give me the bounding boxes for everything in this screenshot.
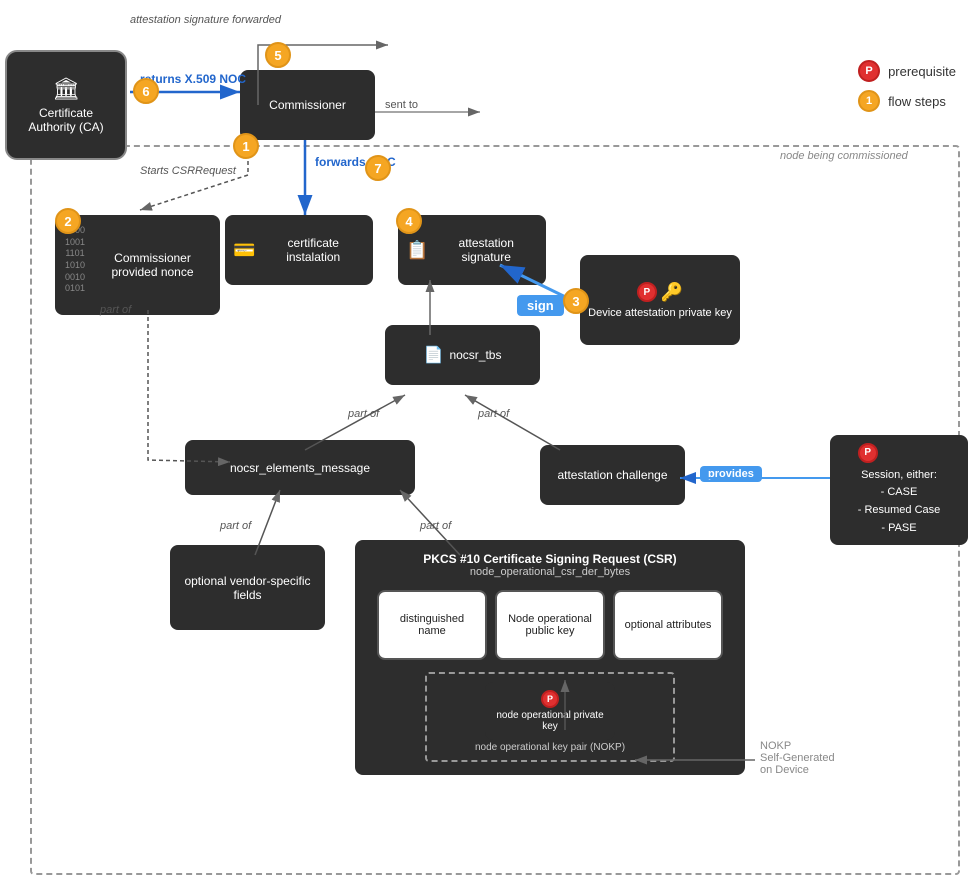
- pkcs-csr-title: PKCS #10 Certificate Signing Request (CS…: [367, 552, 733, 578]
- nocsr-tbs-node: 📄 nocsr_tbs: [385, 325, 540, 385]
- node-op-privkey-label: node operational private key: [493, 710, 607, 732]
- legend-flow-label: flow steps: [888, 94, 946, 109]
- commissioner-nonce-node: 100010011101101000100101 Commissioner pr…: [55, 215, 220, 315]
- cert-install-label: certificate instalation: [261, 236, 365, 264]
- label-part-of-2: part of: [478, 408, 509, 420]
- node-op-privkey-node: P node operational private key: [485, 682, 615, 740]
- nokp-self-generated-label: NOKPSelf-Generatedon Device: [760, 740, 835, 776]
- cert-install-icon: 💳: [233, 240, 255, 261]
- ca-icon: 🏛: [52, 76, 80, 102]
- pkcs-csr-box: PKCS #10 Certificate Signing Request (CS…: [355, 540, 745, 775]
- commissioned-node-label: node being commissioned: [780, 150, 908, 162]
- ca-label: Certificate Authority (CA): [15, 106, 117, 134]
- device-key-icon: 🔑: [661, 282, 683, 303]
- distinguished-name-label: distinguished name: [387, 613, 477, 637]
- sign-label: sign: [517, 295, 564, 316]
- node-op-pubkey-label: Node operational public key: [505, 613, 595, 637]
- badge-1: 1: [233, 133, 259, 159]
- commissioner-label: Commissioner: [269, 98, 346, 112]
- distinguished-name-node: distinguished name: [377, 590, 487, 660]
- attest-sig-label: attestation signature: [434, 236, 538, 264]
- badge-3: 3: [563, 288, 589, 314]
- label-starts-csr: Starts CSRRequest: [140, 165, 236, 177]
- provides-label: provides: [700, 466, 762, 482]
- badge-6: 6: [133, 78, 159, 104]
- commissioner-node: Commissioner: [240, 70, 375, 140]
- nocsr-elements-label: nocsr_elements_message: [230, 461, 370, 475]
- badge-2: 2: [55, 208, 81, 234]
- label-sent-to: sent to: [385, 99, 418, 111]
- legend: P prerequisite 1 flow steps: [858, 60, 956, 112]
- legend-prerequisite-label: prerequisite: [888, 64, 956, 79]
- node-op-pubkey-node: Node operational public key: [495, 590, 605, 660]
- device-attest-label: Device attestation private key: [588, 307, 732, 319]
- cert-installation-node: 💳 certificate instalation: [225, 215, 373, 285]
- attest-challenge-label: attestation challenge: [557, 468, 667, 482]
- session-node: P Session, either:- CASE- Resumed Case- …: [830, 435, 968, 545]
- optional-attrs-node: optional attributes: [613, 590, 723, 660]
- ca-node: 🏛 Certificate Authority (CA): [5, 50, 127, 160]
- badge-7: 7: [365, 155, 391, 181]
- nocsr-elements-node: nocsr_elements_message: [185, 440, 415, 495]
- nokp-label: node operational key pair (NOKP): [475, 742, 625, 753]
- legend-flow-steps: 1 flow steps: [858, 90, 956, 112]
- attestation-challenge-node: attestation challenge: [540, 445, 685, 505]
- badge-4: 4: [396, 208, 422, 234]
- legend-prerequisite: P prerequisite: [858, 60, 956, 82]
- optional-vendor-node: optional vendor-specific fields: [170, 545, 325, 630]
- legend-flow-badge: 1: [858, 90, 880, 112]
- device-attestation-node: P 🔑 Device attestation private key: [580, 255, 740, 345]
- optional-attrs-label: optional attributes: [625, 619, 712, 631]
- prereq-badge-device: P: [637, 282, 657, 302]
- commissioner-nonce-label: Commissioner provided nonce: [93, 251, 212, 279]
- badge-5: 5: [265, 42, 291, 68]
- label-part-of-4: part of: [220, 520, 251, 532]
- diagram-container: P prerequisite 1 flow steps node being c…: [0, 0, 976, 890]
- session-label: Session, either:- CASE- Resumed Case- PA…: [858, 467, 941, 537]
- label-attest-forwarded: attestation signature forwarded: [130, 14, 281, 26]
- nocsr-tbs-label: nocsr_tbs: [449, 348, 501, 362]
- attest-sig-icon: 📋: [406, 240, 428, 261]
- nokp-box: P node operational private key node oper…: [425, 672, 675, 762]
- label-part-of-1: part of: [348, 408, 379, 420]
- optional-vendor-label: optional vendor-specific fields: [178, 574, 317, 602]
- nocsr-tbs-icon: 📄: [424, 345, 444, 365]
- label-part-of-3: part of: [100, 304, 131, 316]
- label-part-of-5: part of: [420, 520, 451, 532]
- prereq-badge-session: P: [858, 443, 878, 463]
- binary-display: 100010011101101000100101: [65, 225, 85, 295]
- legend-prerequisite-badge: P: [858, 60, 880, 82]
- prereq-badge-nokp: P: [541, 690, 559, 708]
